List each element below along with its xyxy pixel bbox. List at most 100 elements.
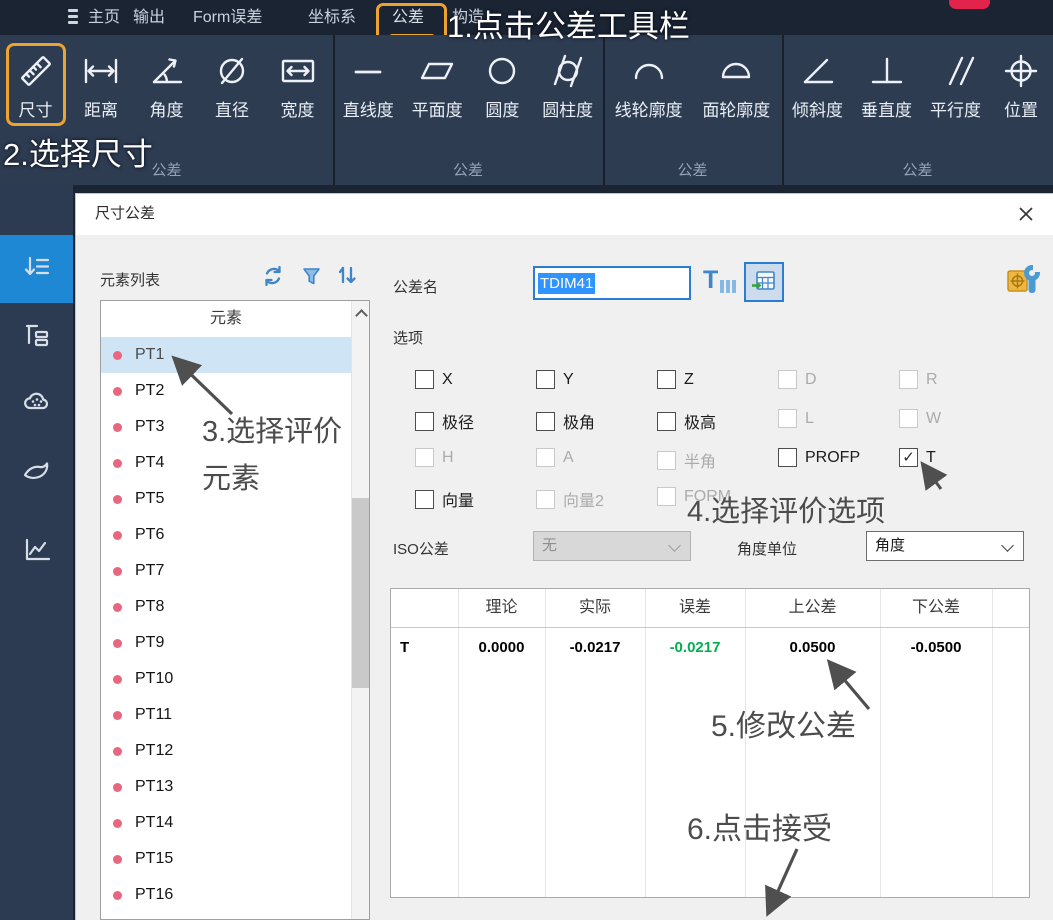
ribbon-button-line-profile[interactable]: 线轮廓度 <box>607 43 691 126</box>
menu-item-3[interactable]: Form误差 <box>193 0 262 35</box>
sequence-list-icon <box>21 253 52 284</box>
element-list-item-pt13[interactable]: PT13 <box>101 769 351 805</box>
ribbon-button-angularity[interactable]: 倾斜度 <box>784 43 851 126</box>
element-list-scrollbar[interactable] <box>351 301 369 919</box>
element-list-item-pt9[interactable]: PT9 <box>101 625 351 661</box>
element-dot-icon <box>113 495 122 504</box>
checkbox-box[interactable]: ✓ <box>899 448 918 467</box>
checkbox-向量[interactable]: 向量 <box>415 487 474 511</box>
element-list-item-label: PT12 <box>135 742 173 760</box>
element-list-item-pt10[interactable]: PT10 <box>101 661 351 697</box>
table-value-cell[interactable]: -0.0217 <box>545 636 645 660</box>
scrollbar-thumb[interactable] <box>352 498 369 688</box>
checkbox-向量2: 向量2 <box>536 487 604 511</box>
element-dot-icon <box>113 711 122 720</box>
element-dot-icon <box>113 423 122 432</box>
filter-icon[interactable] <box>301 266 322 292</box>
menu-item-1[interactable]: 主页 <box>88 0 120 35</box>
dialog-title-bar[interactable] <box>75 193 1053 235</box>
ribbon-button-ruler[interactable]: 尺寸 <box>6 43 66 126</box>
menu-dots-icon[interactable] <box>68 9 80 27</box>
tolerance-template-icon[interactable]: T <box>703 267 736 293</box>
ribbon-button-angle[interactable]: 角度 <box>137 43 197 126</box>
element-listbox[interactable]: 元素 PT1PT2PT3PT4PT5PT6PT7PT8PT9PT10PT11PT… <box>100 300 370 920</box>
angle-unit-select[interactable]: 角度 <box>866 531 1024 561</box>
ribbon-button-surface-profile[interactable]: 面轮廓度 <box>694 43 778 126</box>
checkbox-x[interactable]: X <box>415 370 453 389</box>
ribbon-button-distance[interactable]: 距离 <box>71 43 131 126</box>
tolerance-name-input[interactable]: TDIM41 <box>533 266 691 300</box>
ribbon-button-parallelism[interactable]: 平行度 <box>922 43 989 126</box>
table-value-cell[interactable]: 0.0500 <box>745 636 880 660</box>
checkbox-t[interactable]: ✓T <box>899 448 936 467</box>
ribbon-button-cylindricity[interactable]: 圆柱度 <box>534 43 601 126</box>
element-list-item-pt6[interactable]: PT6 <box>101 517 351 553</box>
diameter-icon <box>210 51 254 91</box>
annotation-step4: 4.选择评价选项 <box>687 488 885 530</box>
table-header-cell: 上公差 <box>745 589 880 627</box>
element-list-item-pt15[interactable]: PT15 <box>101 841 351 877</box>
scrollbar-up-icon[interactable] <box>355 309 368 322</box>
element-list-item-pt14[interactable]: PT14 <box>101 805 351 841</box>
table-value-cell[interactable]: 0.0000 <box>458 636 545 660</box>
result-table[interactable]: 理论实际误差上公差下公差T0.0000-0.0217-0.02170.0500-… <box>390 588 1030 898</box>
element-list-item-pt1[interactable]: PT1 <box>101 337 351 373</box>
annotation-step1: 1.点击公差工具栏 <box>447 1 690 46</box>
element-list-item-pt2[interactable]: PT2 <box>101 373 351 409</box>
checkbox-y[interactable]: Y <box>536 370 574 389</box>
close-icon[interactable] <box>1018 206 1034 222</box>
element-dot-icon <box>113 351 122 360</box>
checkbox-profp[interactable]: PROFP <box>778 448 860 467</box>
element-list-item-pt16[interactable]: PT16 <box>101 877 351 913</box>
sort-icon[interactable] <box>336 264 358 291</box>
refresh-icon[interactable] <box>261 264 285 293</box>
ribbon-button-roundness[interactable]: 圆度 <box>472 43 532 126</box>
checkbox-极径[interactable]: 极径 <box>415 409 474 433</box>
element-list-item-pt8[interactable]: PT8 <box>101 589 351 625</box>
checkbox-box[interactable] <box>778 448 797 467</box>
ribbon-button-label: 尺寸 <box>19 96 53 121</box>
element-list-item-label: PT6 <box>135 526 164 544</box>
element-list-item-pt7[interactable]: PT7 <box>101 553 351 589</box>
checkbox-极高[interactable]: 极高 <box>657 409 716 433</box>
ribbon-button-perpendicularity[interactable]: 垂直度 <box>853 43 920 126</box>
parallelism-icon <box>934 51 978 91</box>
element-dot-icon <box>113 387 122 396</box>
checkbox-label: T <box>926 449 936 467</box>
ribbon-button-diameter[interactable]: 直径 <box>202 43 262 126</box>
element-list-item-pt12[interactable]: PT12 <box>101 733 351 769</box>
element-list-item-pt11[interactable]: PT11 <box>101 697 351 733</box>
table-value-cell[interactable]: -0.0217 <box>645 636 745 660</box>
checkbox-box[interactable] <box>657 412 676 431</box>
chart-icon <box>21 534 52 565</box>
element-dot-icon <box>113 783 122 792</box>
menu-item-4[interactable]: 坐标系 <box>308 0 356 35</box>
ribbon-button-label: 垂直度 <box>861 96 912 121</box>
menu-item-2[interactable]: 输出 <box>133 0 165 35</box>
ribbon-button-width[interactable]: 宽度 <box>268 43 328 126</box>
table-row-label[interactable]: T <box>391 636 458 660</box>
ribbon-button-position[interactable]: 位置 <box>991 43 1051 126</box>
side-rail-item-point-cloud[interactable] <box>21 387 52 418</box>
send-to-report-button[interactable] <box>744 262 784 302</box>
tolerance-settings-icon[interactable] <box>1006 263 1044 304</box>
checkbox-box[interactable] <box>536 412 555 431</box>
ribbon-button-straightness[interactable]: 直线度 <box>335 43 402 126</box>
side-rail-item-surface[interactable] <box>21 456 52 487</box>
table-value-cell[interactable]: -0.0500 <box>880 636 992 660</box>
checkbox-box[interactable] <box>536 370 555 389</box>
ribbon-button-label: 直径 <box>215 96 249 121</box>
side-rail-item-sequence-list[interactable] <box>21 253 52 284</box>
checkbox-z[interactable]: Z <box>657 370 694 389</box>
ribbon-button-flatness[interactable]: 平面度 <box>404 43 471 126</box>
checkbox-box[interactable] <box>657 370 676 389</box>
checkbox-box[interactable] <box>415 370 434 389</box>
checkbox-极角[interactable]: 极角 <box>536 409 595 433</box>
checkbox-box[interactable] <box>415 412 434 431</box>
checkbox-box <box>415 448 434 467</box>
side-rail-item-tree[interactable] <box>21 320 52 351</box>
checkbox-box[interactable] <box>415 490 434 509</box>
checkbox-label: L <box>805 410 814 428</box>
checkbox-d: D <box>778 370 817 389</box>
side-rail-item-chart[interactable] <box>21 534 52 565</box>
